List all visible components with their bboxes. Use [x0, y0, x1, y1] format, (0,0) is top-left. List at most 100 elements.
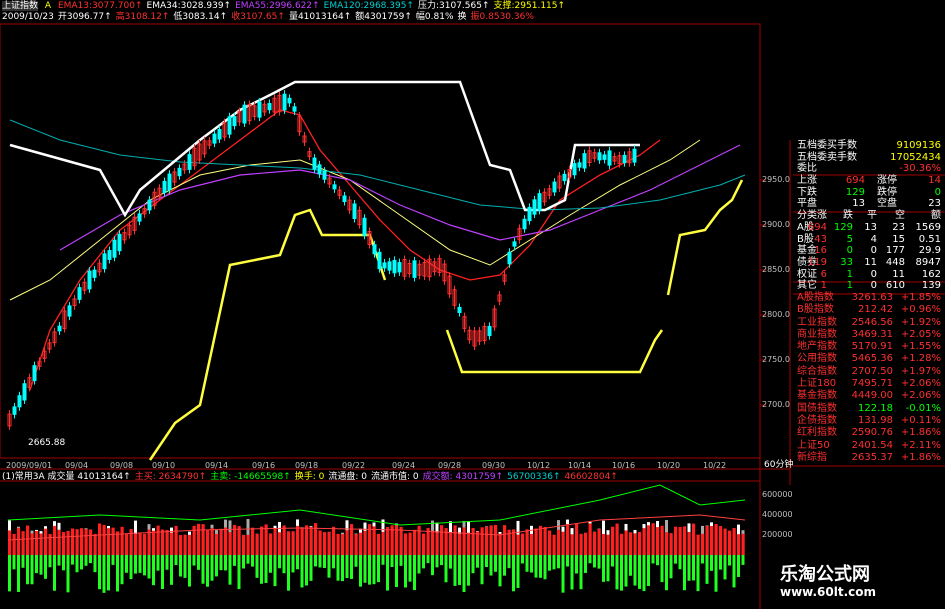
class-cell-down: 5 [846, 233, 853, 245]
buy-bar [408, 532, 412, 555]
index-value: 3469.31 [851, 328, 893, 340]
index-name: 工业指数 [797, 316, 837, 328]
index-row[interactable]: A股指数 3261.63 +1.85% [793, 292, 945, 304]
index-row[interactable]: 综合指数 2707.50 +1.97% [793, 366, 945, 378]
index-name: 公用指数 [797, 353, 837, 365]
buy-bar [201, 524, 205, 555]
candle-body [102, 253, 107, 270]
sell-bar [255, 555, 259, 578]
sell-bar [368, 555, 371, 585]
buy-bar [188, 534, 192, 555]
sell-bar [723, 555, 727, 580]
sell-bar [35, 555, 38, 574]
index-row[interactable]: 新综指 2635.37 +1.86% [793, 452, 945, 464]
index-pct: +2.11% [900, 439, 941, 451]
class-header-cell: 额 [931, 210, 941, 222]
class-row[interactable]: 债券 119 33 11 448 8947 [793, 257, 945, 269]
buy-bar [107, 528, 111, 555]
buy-bar [386, 527, 390, 555]
candle-body [457, 306, 462, 314]
candle-body [377, 251, 382, 270]
index-row[interactable]: B股指数 212.42 +0.96% [793, 304, 945, 316]
sell-bar [179, 555, 182, 577]
class-row[interactable]: 其它 1 1 0 610 139 [793, 280, 945, 292]
sell-bar [638, 555, 641, 589]
buy-bar [305, 525, 309, 555]
sell-bar [147, 555, 151, 579]
index-row[interactable]: 红利指数 2590.76 +1.86% [793, 427, 945, 439]
index-row[interactable]: 地产指数 5170.91 +1.55% [793, 341, 945, 353]
buy-bar [570, 534, 574, 555]
sell-bar [440, 555, 443, 566]
index-row[interactable]: 工业指数 2546.56 +1.92% [793, 317, 945, 329]
class-row[interactable]: 基金 16 0 0 177 29.9 [793, 245, 945, 257]
candle-body [232, 116, 237, 127]
buy-bar [372, 526, 376, 555]
index-row[interactable]: 公用指数 5465.36 +1.28% [793, 353, 945, 365]
buy-bar [732, 528, 736, 555]
candle-body [137, 213, 142, 222]
sell-bar [579, 555, 583, 590]
sell-bar [552, 555, 556, 570]
sell-bar [192, 555, 196, 566]
ema-value-2: EMA55:2996.622↑ [235, 1, 320, 11]
buy-bar [723, 528, 727, 555]
sell-bar [408, 555, 412, 582]
index-name: A股指数 [797, 291, 834, 303]
class-header-cell: 空 [895, 210, 905, 222]
sell-bar [422, 555, 425, 569]
buy-bar [39, 533, 43, 555]
candle-body [387, 261, 392, 271]
index-row[interactable]: 基金指数 4449.00 +2.06% [793, 390, 945, 402]
class-cell-empty: 610 [885, 280, 905, 292]
price-tick: 2950.0 [762, 175, 790, 184]
sell-bar [8, 555, 11, 592]
index-row[interactable]: 上证180 7495.71 +2.06% [793, 378, 945, 390]
period-label[interactable]: 60分钟 [764, 460, 793, 471]
index-row[interactable]: 上证50 2401.54 +2.11% [793, 440, 945, 452]
index-row[interactable]: 企债指数 131.98 +0.11% [793, 415, 945, 427]
index-row[interactable]: 国债指数 122.18 -0.01% [793, 403, 945, 415]
buy-bar [17, 527, 21, 555]
sell-bar [494, 555, 497, 572]
sell-bar [656, 555, 659, 566]
class-row[interactable]: A股 694 129 13 23 1569 [793, 222, 945, 234]
candle-body [392, 259, 397, 274]
sell-bar [395, 555, 398, 588]
buy-bar [705, 525, 709, 555]
buy-bar [269, 533, 273, 555]
candle-body [312, 157, 317, 170]
sell-bar [120, 555, 124, 585]
sell-bar [350, 555, 353, 579]
buy-bar [242, 534, 246, 555]
sell-bar [341, 555, 344, 582]
price-tick: 2900.0 [762, 220, 790, 229]
buy-bar [687, 531, 691, 555]
buy-bar [633, 533, 637, 555]
class-header-cell: 涨 [817, 210, 827, 222]
date-tick: 10/20 [657, 461, 681, 470]
sell-bar [404, 555, 407, 588]
sell-bar [282, 555, 286, 574]
buy-bar [98, 523, 102, 555]
class-cell-amt: 0.51 [918, 233, 941, 245]
support-line [148, 208, 387, 461]
sell-bar [489, 555, 493, 576]
sell-bar [530, 555, 533, 573]
sell-bar [611, 555, 614, 567]
candle-body [32, 365, 37, 382]
class-row[interactable]: 权证 6 1 0 11 162 [793, 269, 945, 281]
sell-bar [129, 555, 133, 579]
index-name: 上证180 [797, 378, 837, 390]
order-value: 17052434 [890, 151, 941, 163]
class-row[interactable]: B股 43 5 4 15 0.51 [793, 234, 945, 246]
class-cell-empty: 177 [885, 245, 905, 257]
bar-info-9: 振0.8530.36% [470, 12, 534, 22]
sell-bar [201, 555, 205, 584]
sell-bar [318, 555, 322, 568]
date-tick: 09/22 [342, 461, 366, 470]
buy-bar [462, 527, 466, 555]
sell-bar [593, 555, 596, 568]
index-row[interactable]: 商业指数 3469.31 +2.05% [793, 329, 945, 341]
candle-body [352, 203, 357, 220]
